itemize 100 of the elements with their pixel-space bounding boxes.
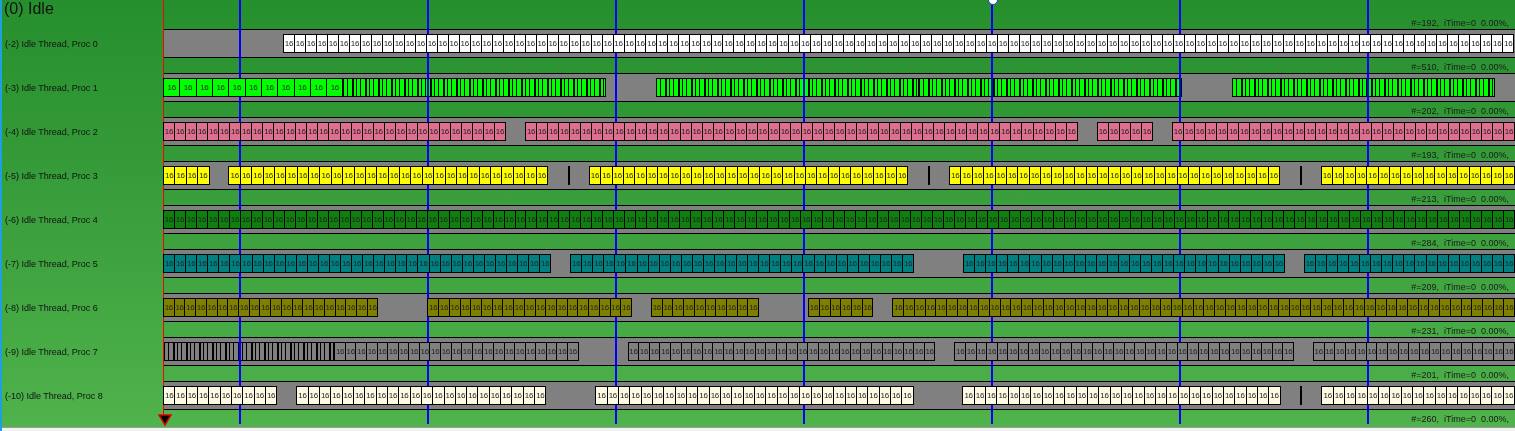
time-slice: 16 (330, 386, 343, 405)
time-slice: 16 (603, 254, 616, 273)
time-slice: 16 (983, 166, 996, 185)
time-slice: 16 (1376, 342, 1389, 361)
time-slice: 16 (259, 298, 272, 317)
time-slice: 16 (691, 166, 704, 185)
time-slice: 16 (955, 122, 968, 141)
time-slice: 16 (591, 210, 604, 229)
row-stats: #=510, iTime=0 0.00%, (1411, 62, 1509, 73)
time-slice: 16 (663, 386, 676, 405)
time-slice: 16 (1436, 34, 1449, 53)
time-slice: 16 (1459, 210, 1472, 229)
time-slice: 16 (1321, 386, 1334, 405)
time-slice: 16 (614, 254, 627, 273)
time-slice: 16 (207, 254, 220, 273)
time-slice: 16 (646, 210, 659, 229)
time-slice: 16 (1173, 254, 1186, 273)
time-slice: 16 (1381, 254, 1394, 273)
time-slice: 16 (748, 166, 761, 185)
time-slice: 16 (965, 342, 977, 361)
time-slice: 16 (1392, 34, 1405, 53)
time-slice: 16 (535, 342, 547, 361)
time-slice: 16 (788, 34, 801, 53)
time-slice: 16 (679, 210, 692, 229)
time-slice: 16 (756, 210, 769, 229)
time-slice: 16 (1344, 386, 1357, 405)
time-slice: 16 (725, 254, 738, 273)
time-slice: 16 (613, 210, 626, 229)
time-slice: 16 (1423, 166, 1436, 185)
time-slice: 16 (1171, 122, 1184, 141)
time-slice: 16 (844, 210, 856, 229)
time-slice: 16 (1326, 122, 1339, 141)
time-slice: 16 (878, 122, 891, 141)
time-slice: 16 (1481, 210, 1494, 229)
time-slice: 16 (569, 210, 582, 229)
time-slice: 16 (326, 78, 344, 97)
time-slice: 16 (733, 342, 745, 361)
cursor-line[interactable] (163, 0, 164, 416)
time-slice: 16 (1229, 342, 1242, 361)
time-slice: 16 (638, 342, 650, 361)
cursor-triangle-icon[interactable] (158, 414, 172, 426)
time-slice: 16 (1134, 342, 1146, 361)
time-slice: 16 (525, 210, 538, 229)
time-slice: 16 (922, 122, 935, 141)
time-slice: 16 (1315, 122, 1328, 141)
time-slice: 16 (892, 342, 904, 361)
time-slice: 16 (758, 254, 771, 273)
time-slice: 16 (855, 210, 867, 229)
time-slice: 16 (184, 298, 197, 317)
time-slice: 16 (1162, 254, 1175, 273)
time-slice: 16 (799, 34, 812, 53)
time-slice: 16 (417, 254, 430, 273)
time-slice: 16 (1282, 342, 1294, 361)
time-slice: 16 (946, 298, 958, 317)
time-slice: 16 (931, 34, 944, 53)
time-slice: 16 (433, 166, 446, 185)
time-slice: 16 (355, 342, 367, 361)
tick-mark (928, 166, 931, 185)
time-slice: 16 (1492, 210, 1505, 229)
thread-label: (-6) Idle Thread, Proc 4 (4, 214, 99, 225)
time-slice: 16 (1200, 386, 1213, 405)
time-slice: 16 (668, 166, 681, 185)
time-slice: 16 (964, 34, 976, 53)
time-slice: 16 (1021, 122, 1034, 141)
time-slice: 16 (726, 298, 738, 317)
time-slice: 16 (1053, 386, 1066, 405)
time-slice: 16 (833, 386, 846, 405)
time-slice: 16 (270, 298, 282, 317)
time-slice: 16 (227, 298, 240, 317)
time-slice: 16 (960, 166, 973, 185)
time-slice: 16 (887, 34, 900, 53)
time-slice: 16 (613, 122, 626, 141)
time-slice: 16 (1378, 386, 1391, 405)
time-slice: 16 (778, 210, 791, 229)
time-slice: 16 (602, 122, 615, 141)
time-slice: 16 (1030, 386, 1043, 405)
time-slice: 16 (691, 342, 703, 361)
time-slice: 16 (1408, 342, 1420, 361)
time-slice: 16 (683, 298, 695, 317)
group-title: (0) Idle (4, 0, 54, 18)
time-slice: 16 (1415, 210, 1428, 229)
time-slice: 16 (317, 122, 330, 141)
time-slice: 16 (1021, 298, 1033, 317)
time-slice: 16 (1403, 254, 1416, 273)
time-slice: 16 (1348, 122, 1361, 141)
time-slice: 16 (1502, 34, 1515, 53)
time-slice: 16 (1337, 254, 1350, 273)
time-slice: 16 (432, 386, 445, 405)
time-slice: 16 (1166, 342, 1178, 361)
time-slice: 16 (1428, 298, 1441, 317)
time-slice: 16 (996, 386, 1009, 405)
time-slice: 16 (408, 342, 420, 361)
time-slice: 16 (810, 34, 823, 53)
time-slice: 16 (534, 386, 547, 405)
time-slice: 16 (843, 34, 856, 53)
time-slice: 16 (635, 210, 648, 229)
time-slice: 16 (1348, 34, 1361, 53)
time-slice: 16 (1283, 210, 1296, 229)
time-slice: 16 (867, 386, 880, 405)
time-slice: 16 (802, 254, 815, 273)
